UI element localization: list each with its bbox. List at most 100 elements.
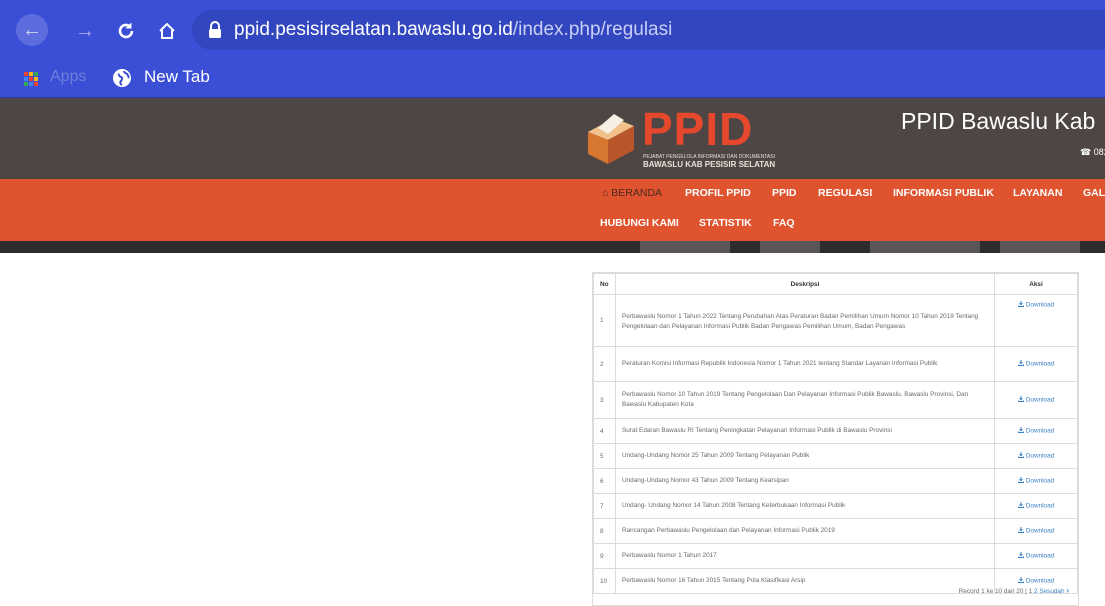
download-link[interactable]: Download [994, 493, 1078, 519]
nav-beranda[interactable]: ⌂ BERANDA [602, 187, 662, 199]
row-description: Perbawaslu Nomor 1 Tahun 2022 Tentang Pe… [615, 294, 995, 347]
download-label: Download [1025, 396, 1055, 404]
next-page-link[interactable]: Sesudah › [1039, 586, 1069, 595]
pager-text: Record 1 ke 10 dari 20 | 1 2 Sesudah › [959, 586, 1069, 595]
row-description: Perbawaslu Nomor 1 Tahun 2017 [615, 543, 995, 569]
row-number: 3 [593, 381, 616, 419]
table-row: 7 Undang- Undang Nomor 14 Tahun 2008 Ten… [593, 493, 1078, 519]
row-description: Undang- Undang Nomor 14 Tahun 2008 Tenta… [615, 493, 995, 519]
url-host: ppid.pesisirselatan.bawaslu.go.id [234, 19, 513, 40]
row-number: 1 [593, 294, 616, 347]
row-number: 6 [593, 468, 616, 494]
apps-grid-icon[interactable] [24, 72, 38, 86]
row-number: 2 [593, 346, 616, 382]
download-icon [1017, 552, 1024, 560]
table-row: 8 Rancangan Perbawaslu Pengelolaan dan P… [593, 518, 1078, 544]
lock-icon [208, 21, 222, 39]
download-label: Download [1025, 477, 1055, 485]
nav-profil-ppid[interactable]: PROFIL PPID [685, 187, 751, 199]
download-label: Download [1025, 527, 1055, 535]
home-icon: ⌂ [602, 187, 609, 199]
download-link[interactable]: Download [994, 543, 1078, 569]
download-icon [1017, 396, 1024, 404]
regulation-table-panel: No Deskripsi Aksi 1 Perbawaslu Nomor 1 T… [592, 272, 1079, 606]
table-row: 6 Undang-Undang Nomor 43 Tahun 2009 Tent… [593, 468, 1078, 494]
home-button[interactable] [152, 16, 182, 46]
download-link[interactable]: Download [994, 418, 1078, 444]
logo-text: PPID [642, 103, 754, 155]
page-1-link[interactable]: 1 [1029, 588, 1033, 595]
bookmark-new-tab[interactable]: New Tab [144, 67, 210, 87]
header-banner-strip [0, 241, 1105, 253]
row-number: 5 [593, 443, 616, 469]
nav-layanan[interactable]: LAYANAN [1013, 187, 1062, 199]
row-description: Surat Edaran Bawaslu RI Tentang Peningka… [615, 418, 995, 444]
row-description: Peraturan Komisi Informasi Republik Indo… [615, 346, 995, 382]
column-header-aksi: Aksi [994, 273, 1078, 295]
row-description: Perbawaslu Nomor 10 Tahun 2019 Tentang P… [615, 381, 995, 419]
nav-galeri[interactable]: GAL [1083, 187, 1105, 199]
row-number: 8 [593, 518, 616, 544]
row-number: 4 [593, 418, 616, 444]
logo-org-name: BAWASLU KAB PESISIR SELATAN [643, 160, 776, 169]
download-label: Download [1025, 452, 1055, 460]
pagination: Record 1 ke 10 dari 20 | 1 2 Sesudah › [593, 579, 1078, 601]
download-link[interactable]: Download [994, 443, 1078, 469]
arrow-left-icon: ← [22, 18, 42, 41]
record-count: Record 1 ke 10 dari 20 | [958, 588, 1027, 595]
phone-number: 082 [1093, 147, 1105, 157]
download-icon [1017, 360, 1024, 368]
nav-faq[interactable]: FAQ [773, 217, 795, 229]
table-row: 3 Perbawaslu Nomor 10 Tahun 2019 Tentang… [593, 381, 1078, 419]
download-icon [1017, 527, 1024, 535]
download-link[interactable]: Download [994, 381, 1078, 419]
download-icon [1017, 452, 1024, 460]
nav-label: BERANDA [611, 187, 663, 199]
download-icon [1017, 502, 1024, 510]
url-path: /index.php/regulasi [512, 19, 673, 40]
download-label: Download [1025, 301, 1055, 309]
globe-icon [112, 68, 132, 88]
nav-hubungi-kami[interactable]: HUBUNGI KAMI [600, 217, 679, 229]
row-description: Rancangan Perbawaslu Pengelolaan dan Pel… [615, 518, 995, 544]
download-label: Download [1025, 360, 1055, 368]
bookmark-apps[interactable]: Apps [50, 68, 86, 86]
download-link[interactable]: Download [994, 294, 1078, 347]
next-label: Sesudah [1039, 588, 1065, 595]
home-icon [159, 22, 175, 39]
column-header-no: No [593, 273, 616, 295]
table-row: 2 Peraturan Komisi Informasi Republik In… [593, 346, 1078, 382]
nav-ppid[interactable]: PPID [772, 187, 797, 199]
nav-informasi-publik[interactable]: INFORMASI PUBLIK [893, 187, 994, 199]
download-icon [1017, 477, 1024, 485]
row-number: 9 [593, 543, 616, 569]
page-2-link[interactable]: 2 [1034, 588, 1038, 595]
arrow-right-icon: → [75, 19, 95, 42]
download-link[interactable]: Download [994, 346, 1078, 382]
download-link[interactable]: Download [994, 468, 1078, 494]
main-nav: ⌂ BERANDA PROFIL PPID PPID REGULASI INFO… [0, 179, 1105, 241]
reload-button[interactable] [111, 16, 141, 46]
nav-statistik[interactable]: STATISTIK [699, 217, 752, 229]
site-title: PPID Bawaslu Kab [901, 108, 1096, 134]
forward-button[interactable]: → [70, 16, 100, 46]
download-icon [1017, 301, 1024, 309]
download-icon [1017, 427, 1024, 435]
download-label: Download [1025, 502, 1055, 510]
site-header: PPID PEJABAT PENGELOLA INFORMASI DAN DOK… [0, 98, 1105, 179]
table-row: 4 Surat Edaran Bawaslu RI Tentang Pening… [593, 418, 1078, 444]
back-button[interactable]: ← [16, 14, 48, 46]
nav-regulasi[interactable]: REGULASI [818, 187, 872, 199]
phone-icon: ☎ [1080, 147, 1092, 157]
table-row: 9 Perbawaslu Nomor 1 Tahun 2017 Download [593, 543, 1078, 569]
reload-icon [118, 23, 134, 39]
row-description: Undang-Undang Nomor 25 Tahun 2009 Tentan… [615, 443, 995, 469]
row-description: Undang-Undang Nomor 43 Tahun 2009 Tentan… [615, 468, 995, 494]
chevron-right-icon: › [1066, 586, 1069, 595]
download-link[interactable]: Download [994, 518, 1078, 544]
ballot-box-logo-icon[interactable] [580, 110, 640, 166]
address-bar[interactable]: ppid.pesisirselatan.bawaslu.go.id/index.… [192, 10, 1105, 50]
table-row: 5 Undang-Undang Nomor 25 Tahun 2009 Tent… [593, 443, 1078, 469]
download-label: Download [1025, 552, 1055, 560]
download-label: Download [1025, 427, 1055, 435]
